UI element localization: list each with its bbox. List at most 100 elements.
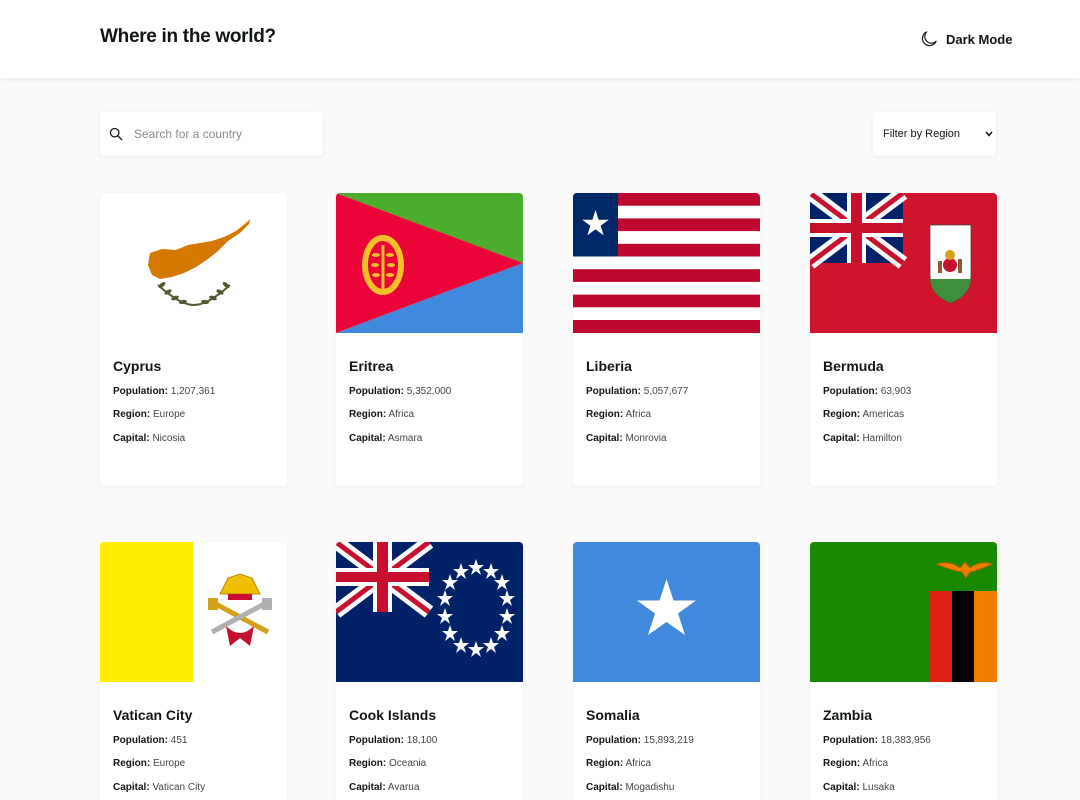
region-value: Americas — [862, 409, 905, 420]
region-line: Region: Africa — [823, 758, 888, 769]
capital-label: Capital: — [823, 782, 860, 793]
capital-label: Capital: — [586, 433, 623, 444]
flag-cyprus-image — [100, 193, 287, 333]
country-card-zambia[interactable]: Zambia Population: 18,383,956 Region: Af… — [810, 542, 997, 800]
capital-label: Capital: — [349, 433, 386, 444]
search-icon — [109, 127, 123, 141]
country-name: Cyprus — [113, 358, 162, 374]
dark-mode-label: Dark Mode — [946, 31, 1013, 47]
dark-mode-toggle[interactable]: Dark Mode — [920, 28, 1012, 50]
country-name: Cook Islands — [349, 707, 437, 723]
population-label: Population: — [586, 735, 641, 746]
region-value: Oceania — [389, 758, 427, 769]
capital-value: Hamilton — [862, 433, 902, 444]
capital-line: Capital: Nicosia — [113, 433, 185, 444]
region-line: Region: Africa — [586, 409, 651, 420]
country-card-liberia[interactable]: Liberia Population: 5,057,677 Region: Af… — [573, 193, 760, 486]
country-card-cook-islands[interactable]: Cook Islands Population: 18,100 Region: … — [336, 542, 523, 800]
capital-line: Capital: Vatican City — [113, 782, 205, 793]
population-label: Population: — [349, 735, 404, 746]
country-card-vatican-city[interactable]: Vatican City Population: 451 Region: Eur… — [100, 542, 287, 800]
population-line: Population: 5,352,000 — [349, 386, 451, 397]
region-label: Region: — [823, 758, 861, 769]
population-line: Population: 15,893,219 — [586, 735, 694, 746]
population-label: Population: — [349, 386, 404, 397]
population-line: Population: 5,057,677 — [586, 386, 688, 397]
region-label: Region: — [823, 409, 861, 420]
country-name: Vatican City — [113, 707, 193, 723]
population-line: Population: 63,903 — [823, 386, 911, 397]
flag-vatican-city-image — [100, 542, 287, 682]
capital-label: Capital: — [586, 782, 623, 793]
country-card-eritrea[interactable]: Eritrea Population: 5,352,000 Region: Af… — [336, 193, 523, 486]
population-value: 5,352,000 — [406, 386, 452, 397]
region-value: Europe — [153, 409, 186, 420]
region-value: Africa — [625, 409, 652, 420]
population-label: Population: — [586, 386, 641, 397]
capital-value: Vatican City — [152, 782, 206, 793]
region-line: Region: Europe — [113, 409, 185, 420]
population-label: Population: — [113, 735, 168, 746]
capital-line: Capital: Lusaka — [823, 782, 895, 793]
region-line: Region: Europe — [113, 758, 185, 769]
region-label: Region: — [586, 758, 624, 769]
region-filter-label: Filter by Region — [883, 128, 961, 140]
region-value: Europe — [153, 758, 186, 769]
flag-eritrea-image — [336, 193, 523, 333]
country-name: Bermuda — [823, 358, 884, 374]
region-value: Africa — [388, 409, 415, 420]
region-line: Region: Africa — [349, 409, 414, 420]
capital-line: Capital: Asmara — [349, 433, 422, 444]
flag-somalia-image — [573, 542, 760, 682]
region-line: Region: Americas — [823, 409, 904, 420]
capital-value: Asmara — [387, 433, 423, 444]
population-line: Population: 451 — [113, 735, 187, 746]
flag-liberia-image — [573, 193, 760, 333]
population-value: 18,383,956 — [880, 735, 931, 746]
population-line: Population: 1,207,361 — [113, 386, 215, 397]
capital-line: Capital: Hamilton — [823, 433, 902, 444]
region-filter-select[interactable]: Filter by Region — [873, 112, 996, 156]
capital-line: Capital: Avarua — [349, 782, 419, 793]
capital-value: Lusaka — [862, 782, 895, 793]
country-name: Liberia — [586, 358, 632, 374]
population-label: Population: — [113, 386, 168, 397]
population-value: 15,893,219 — [643, 735, 694, 746]
search-box[interactable] — [100, 112, 323, 156]
population-line: Population: 18,100 — [349, 735, 437, 746]
country-card-somalia[interactable]: Somalia Population: 15,893,219 Region: A… — [573, 542, 760, 800]
population-label: Population: — [823, 735, 878, 746]
population-line: Population: 18,383,956 — [823, 735, 931, 746]
top-header: Where in the world? Dark Mode — [0, 0, 1080, 78]
flag-cook-islands-image — [336, 542, 523, 682]
region-label: Region: — [113, 758, 151, 769]
app-title: Where in the world? — [100, 26, 276, 47]
country-card-cyprus[interactable]: Cyprus Population: 1,207,361 Region: Eur… — [100, 193, 287, 486]
population-label: Population: — [823, 386, 878, 397]
flag-bermuda-image — [810, 193, 997, 333]
region-label: Region: — [349, 409, 387, 420]
country-name: Eritrea — [349, 358, 394, 374]
country-name: Zambia — [823, 707, 873, 723]
country-card-bermuda[interactable]: Bermuda Population: 63,903 Region: Ameri… — [810, 193, 997, 486]
population-value: 5,057,677 — [643, 386, 689, 397]
search-input[interactable] — [134, 112, 318, 156]
moon-icon — [921, 31, 937, 47]
flag-zambia-image — [810, 542, 997, 682]
capital-label: Capital: — [349, 782, 386, 793]
population-value: 18,100 — [406, 735, 438, 746]
capital-value: Mogadishu — [625, 782, 675, 793]
region-label: Region: — [113, 409, 151, 420]
capital-label: Capital: — [113, 782, 150, 793]
country-name: Somalia — [586, 707, 640, 723]
capital-value: Avarua — [387, 782, 420, 793]
capital-value: Monrovia — [625, 433, 667, 444]
chevron-down-icon — [985, 131, 993, 137]
region-line: Region: Africa — [586, 758, 651, 769]
region-label: Region: — [586, 409, 624, 420]
population-value: 63,903 — [880, 386, 912, 397]
capital-line: Capital: Monrovia — [586, 433, 667, 444]
region-line: Region: Oceania — [349, 758, 426, 769]
population-value: 451 — [170, 735, 188, 746]
capital-label: Capital: — [823, 433, 860, 444]
